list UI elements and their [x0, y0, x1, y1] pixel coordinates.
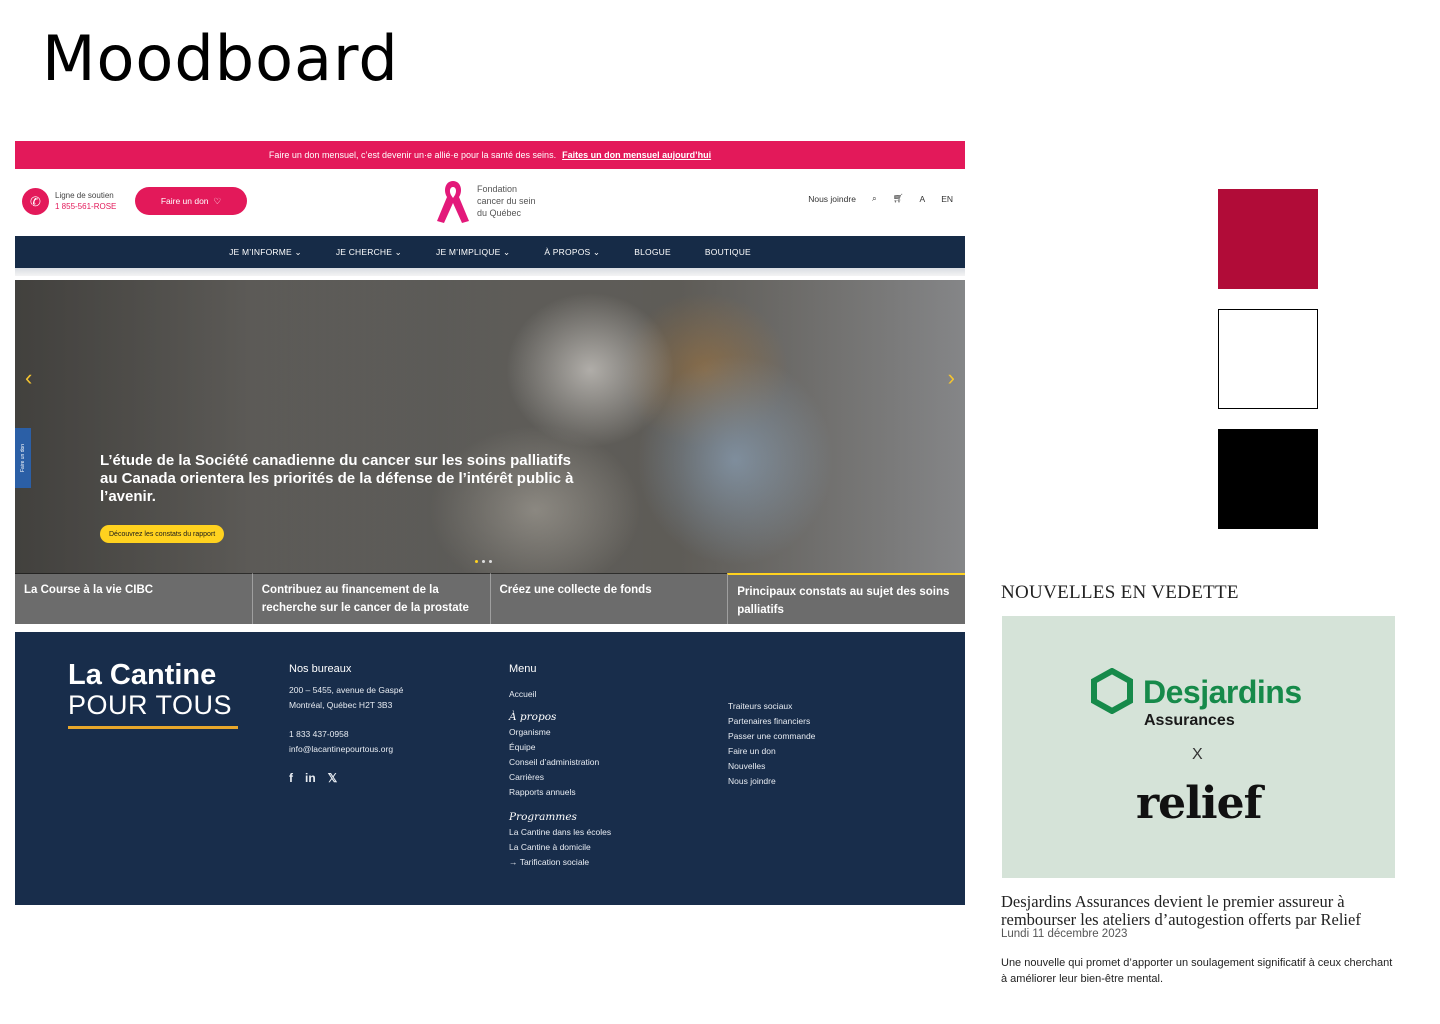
- color-swatch-red: [1218, 189, 1318, 289]
- menu-item[interactable]: Partenaires financiers: [728, 714, 815, 729]
- feature-link[interactable]: La Course à la vie CIBC: [15, 573, 252, 624]
- pink-ribbon-logo-icon: [437, 181, 469, 223]
- page-title: Moodboard: [42, 22, 399, 95]
- accessibility-icon[interactable]: A: [920, 194, 926, 204]
- phone-icon[interactable]: ✆: [22, 188, 49, 215]
- hand-heart-icon: ♡: [213, 195, 222, 206]
- logo-line-3: du Québec: [477, 208, 522, 218]
- menu-item[interactable]: Passer une commande: [728, 729, 815, 744]
- color-swatch-white: [1218, 309, 1318, 409]
- offices-column: Nos bureaux 200 – 5455, avenue de Gaspé …: [289, 662, 403, 786]
- menu-column: Menu Accueil À propos Organisme Équipe C…: [509, 662, 611, 870]
- partnership-x: X: [1192, 746, 1203, 763]
- offices-heading: Nos bureaux: [289, 663, 352, 675]
- desjardins-hexagon-icon: [1091, 668, 1133, 714]
- menu-item[interactable]: Nous joindre: [728, 774, 815, 789]
- address-line-2: Montréal, Québec H2T 3B3: [289, 700, 393, 710]
- nav-item-blogue[interactable]: BLOGUE: [634, 247, 671, 257]
- linkedin-icon[interactable]: in: [305, 771, 316, 786]
- hero-cta-button[interactable]: Découvrez les constats du rapport: [100, 525, 225, 543]
- search-icon[interactable]: ⌕: [872, 193, 877, 204]
- cantine-logo-line-2: POUR TOUS: [68, 690, 233, 720]
- desjardins-wordmark: Desjardins: [1143, 674, 1302, 710]
- cantine-footer-screenshot: La Cantine POUR TOUS Nos bureaux 200 – 5…: [15, 632, 965, 905]
- news-image[interactable]: Desjardins Assurances X relief: [1002, 616, 1395, 878]
- facebook-icon[interactable]: f: [289, 771, 293, 786]
- promo-link[interactable]: Faites un don mensuel aujourd’hui: [562, 150, 711, 160]
- promo-text: Faire un don mensuel, c’est devenir un·e…: [268, 150, 557, 160]
- secondary-menu-column: Traiteurs sociaux Partenaires financiers…: [728, 699, 815, 789]
- address-line-1: 200 – 5455, avenue de Gaspé: [289, 685, 404, 695]
- support-line[interactable]: Ligne de soutien 1 855-561-ROSE: [55, 190, 116, 212]
- hero-carousel: ‹ › Faire un don L’étude de la Société c…: [15, 280, 965, 574]
- menu-item[interactable]: Équipe: [509, 740, 611, 755]
- menu-item[interactable]: Organisme: [509, 725, 611, 740]
- logo-line-2: cancer du sein: [477, 196, 536, 206]
- color-swatch-black: [1218, 429, 1318, 529]
- menu-item[interactable]: Traiteurs sociaux: [728, 699, 815, 714]
- nav-item-boutique[interactable]: BOUTIQUE: [705, 247, 751, 257]
- menu-item[interactable]: Faire un don: [728, 744, 815, 759]
- news-title[interactable]: Desjardins Assurances devient le premier…: [1001, 893, 1401, 929]
- programs-heading: Programmes: [509, 811, 577, 823]
- support-number: 1 855-561-ROSE: [55, 202, 117, 211]
- menu-item[interactable]: Nouvelles: [728, 759, 815, 774]
- promo-bar: Faire un don mensuel, c’est devenir un·e…: [15, 141, 965, 169]
- menu-item[interactable]: → Tarification sociale: [509, 855, 611, 870]
- donate-label: Faire un don: [160, 196, 209, 206]
- menu-item-home[interactable]: Accueil: [509, 687, 611, 702]
- feature-link[interactable]: Principaux constats au sujet des soins p…: [727, 573, 965, 624]
- about-heading: À propos: [509, 711, 557, 723]
- news-heading: NOUVELLES EN VEDETTE: [1001, 582, 1239, 603]
- menu-item[interactable]: La Cantine dans les écoles: [509, 825, 611, 840]
- nav-item-je-cherche[interactable]: JE CHERCHE ⌄: [336, 247, 402, 258]
- logo-underline: [68, 726, 238, 729]
- feature-link[interactable]: Créez une collecte de fonds: [489, 573, 728, 624]
- nav-item-a-propos[interactable]: À PROPOS ⌄: [544, 247, 600, 258]
- menu-item[interactable]: Conseil d’administration: [509, 755, 611, 770]
- hero-title: L’étude de la Société canadienne du canc…: [100, 452, 574, 505]
- menu-item[interactable]: La Cantine à domicile: [509, 840, 611, 855]
- menu-heading: Menu: [509, 663, 537, 675]
- cantine-logo-line-1: La Cantine: [68, 659, 217, 691]
- news-date: Lundi 11 décembre 2023: [1001, 928, 1128, 940]
- social-links: f in 𝕏: [289, 771, 403, 786]
- main-nav: JE M’INFORME ⌄ JE CHERCHE ⌄ JE M’IMPLIQU…: [15, 236, 965, 268]
- language-toggle[interactable]: EN: [941, 194, 953, 204]
- nav-divider: [15, 268, 965, 276]
- carousel-dots[interactable]: [475, 560, 492, 563]
- header-utilities: Nous joindre ⌕ 🛒︎ A EN: [808, 193, 953, 204]
- contact-link[interactable]: Nous joindre: [808, 194, 856, 204]
- feature-links: La Course à la vie CIBC Contribuez au fi…: [15, 573, 965, 624]
- foundation-logo-text[interactable]: Fondation cancer du sein du Québec: [477, 183, 536, 219]
- office-email[interactable]: info@lacantinepourtous.org: [289, 742, 403, 757]
- carousel-next-icon[interactable]: ›: [948, 365, 955, 391]
- x-icon[interactable]: 𝕏: [328, 771, 338, 786]
- menu-item[interactable]: Rapports annuels: [509, 785, 611, 800]
- feature-link[interactable]: Contribuez au financement de la recherch…: [251, 573, 490, 624]
- carousel-prev-icon[interactable]: ‹: [25, 365, 32, 391]
- breast-cancer-site-screenshot: Faire un don mensuel, c’est devenir un·e…: [15, 141, 965, 624]
- desjardins-subtitle: Assurances: [1144, 712, 1235, 729]
- site-header: ✆ Ligne de soutien 1 855-561-ROSE Faire …: [15, 169, 965, 236]
- news-description: Une nouvelle qui promet d’apporter un so…: [1001, 957, 1393, 985]
- donate-button[interactable]: Faire un don ♡: [135, 187, 247, 215]
- donate-side-tab[interactable]: Faire un don: [15, 428, 31, 488]
- nav-item-je-minforme[interactable]: JE M’INFORME ⌄: [229, 247, 302, 258]
- logo-line-1: Fondation: [477, 184, 518, 194]
- cantine-logo[interactable]: La Cantine POUR TOUS: [68, 660, 238, 729]
- menu-item[interactable]: Carrières: [509, 770, 611, 785]
- cart-icon[interactable]: 🛒︎: [893, 193, 904, 204]
- support-label: Ligne de soutien: [55, 191, 114, 200]
- nav-item-je-mimplique[interactable]: JE M’IMPLIQUE ⌄: [436, 247, 510, 258]
- relief-wordmark: relief: [1136, 778, 1263, 829]
- office-phone[interactable]: 1 833 437-0958: [289, 727, 403, 742]
